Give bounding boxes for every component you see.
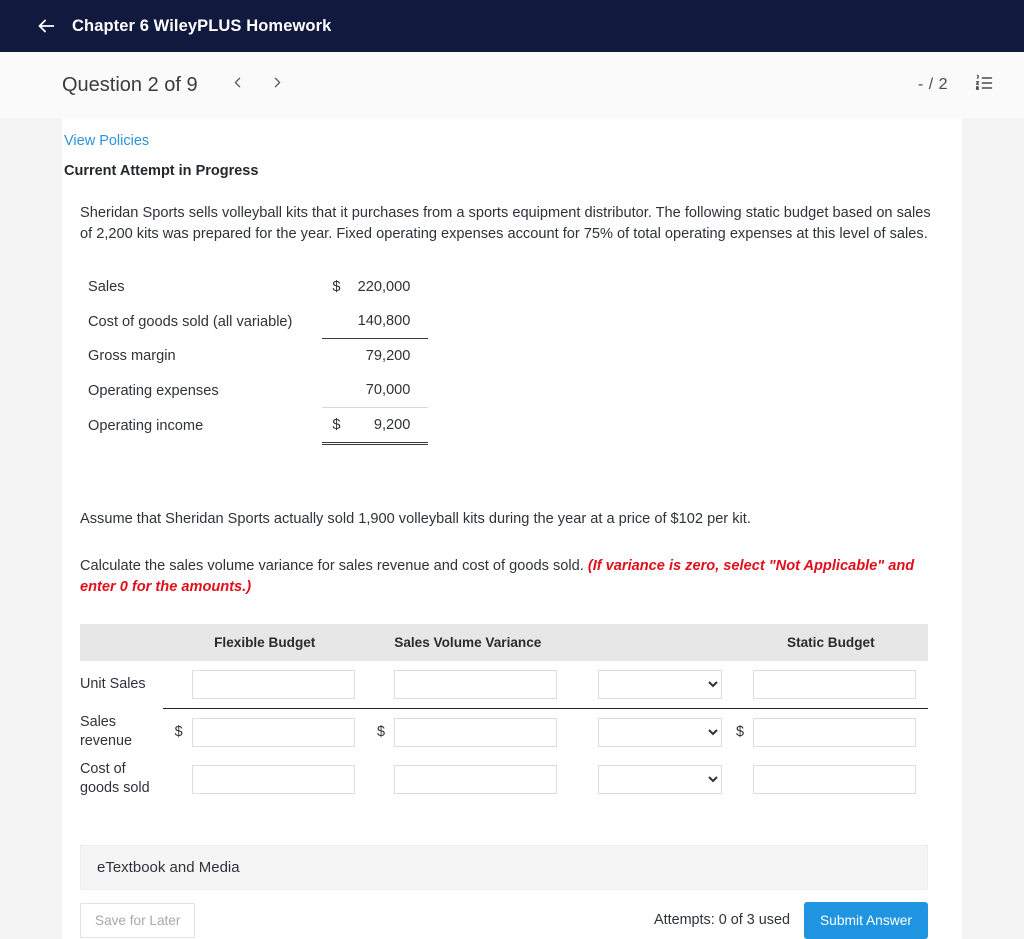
currency-symbol: $ bbox=[736, 724, 745, 741]
cell-unit-sales-flexible bbox=[162, 661, 367, 709]
attempt-status-heading: Current Attempt in Progress bbox=[64, 163, 259, 179]
cell-unit-sales-variance-type: Favorable Unfavorable Not Applicable bbox=[569, 661, 734, 709]
column-header-sales-volume-variance: Sales Volume Variance bbox=[366, 623, 570, 661]
budget-row-label: Sales bbox=[88, 279, 125, 296]
score-indicator: - / 2 bbox=[917, 76, 948, 93]
table-row: Unit Sales bbox=[80, 661, 928, 709]
input-sales-revenue-flexible[interactable] bbox=[191, 717, 355, 747]
chevron-right-icon bbox=[269, 74, 286, 96]
input-cogs-flexible[interactable] bbox=[191, 764, 355, 794]
cell-cogs-variance bbox=[367, 756, 569, 803]
question-footer: Save for Later Attempts: 0 of 3 used Sub… bbox=[80, 901, 928, 939]
question-list-button[interactable] bbox=[974, 73, 994, 98]
budget-row-currency bbox=[322, 339, 348, 374]
cell-sales-revenue-variance-type: Favorable Unfavorable Not Applicable bbox=[569, 709, 734, 756]
budget-row-amount: 140,800 bbox=[348, 304, 429, 340]
static-budget-table: Sales $ 220,000 Cost of goods sold (all … bbox=[88, 270, 429, 446]
question-toolbar-right: - / 2 bbox=[918, 73, 994, 98]
cell-sales-revenue-flexible: $ bbox=[163, 709, 367, 756]
question-navigation bbox=[218, 65, 298, 105]
column-header-variance-type bbox=[569, 623, 734, 661]
chevron-left-icon bbox=[229, 74, 246, 96]
row-label-cost-of-goods-sold: Cost of goods sold bbox=[80, 761, 150, 797]
cell-cogs-flexible bbox=[163, 756, 367, 803]
input-cogs-static[interactable] bbox=[753, 764, 916, 794]
answer-table: Flexible Budget Sales Volume Variance St… bbox=[80, 623, 928, 803]
answer-table-wrapper: Flexible Budget Sales Volume Variance St… bbox=[80, 623, 928, 803]
table-row: Sales $ 220,000 bbox=[88, 270, 428, 304]
cell-unit-sales-variance bbox=[366, 661, 570, 709]
budget-row-amount: 79,200 bbox=[365, 348, 411, 365]
row-label-sales-revenue: Sales revenue bbox=[80, 714, 133, 750]
input-unit-sales-variance[interactable] bbox=[394, 669, 558, 699]
budget-row-label: Operating income bbox=[88, 417, 204, 434]
select-cogs-variance-type[interactable]: Favorable Unfavorable Not Applicable bbox=[597, 764, 722, 794]
submit-answer-button[interactable]: Submit Answer bbox=[803, 901, 928, 939]
column-header-blank bbox=[80, 623, 163, 661]
table-row: Sales revenue $ $ $ bbox=[80, 709, 928, 756]
numbered-list-icon bbox=[974, 73, 994, 98]
app-header: Chapter 6 WileyPLUS Homework bbox=[0, 0, 1024, 52]
question-counter: Question 2 of 9 bbox=[62, 73, 198, 96]
input-unit-sales-flexible[interactable] bbox=[191, 669, 355, 699]
currency-symbol: $ bbox=[174, 724, 183, 741]
answer-table-header-row: Flexible Budget Sales Volume Variance St… bbox=[80, 623, 928, 661]
cell-sales-revenue-variance: $ bbox=[367, 709, 569, 756]
select-unit-sales-variance-type[interactable]: Favorable Unfavorable Not Applicable bbox=[597, 669, 722, 699]
back-button[interactable] bbox=[30, 10, 62, 42]
select-sales-revenue-variance-type[interactable]: Favorable Unfavorable Not Applicable bbox=[597, 717, 722, 747]
budget-row-label: Cost of goods sold (all variable) bbox=[88, 313, 293, 330]
budget-row-amount: 70,000 bbox=[365, 382, 411, 399]
budget-row-label: Operating expenses bbox=[88, 382, 219, 399]
cell-cogs-static bbox=[734, 756, 928, 803]
assumption-text: Assume that Sheridan Sports actually sol… bbox=[80, 511, 751, 528]
budget-row-amount: 9,200 bbox=[348, 407, 429, 446]
input-sales-revenue-static[interactable] bbox=[753, 717, 916, 747]
budget-row-label: Gross margin bbox=[88, 348, 176, 365]
column-header-static-budget: Static Budget bbox=[733, 623, 928, 661]
table-row: Cost of goods sold bbox=[80, 756, 928, 803]
problem-statement: Sheridan Sports sells volleyball kits th… bbox=[80, 205, 931, 242]
input-sales-revenue-variance[interactable] bbox=[394, 717, 558, 747]
app-title: Chapter 6 WileyPLUS Homework bbox=[72, 16, 332, 35]
previous-question-button[interactable] bbox=[218, 65, 258, 105]
question-toolbar: Question 2 of 9 - / 2 bbox=[0, 52, 1024, 118]
cell-sales-revenue-static: $ bbox=[734, 709, 928, 756]
column-header-flexible-budget: Flexible Budget bbox=[162, 623, 367, 661]
arrow-left-icon bbox=[35, 15, 57, 37]
question-card: View Policies Current Attempt in Progres… bbox=[62, 118, 962, 939]
budget-row-amount: 220,000 bbox=[357, 279, 411, 296]
currency-symbol: $ bbox=[377, 724, 386, 741]
input-unit-sales-static[interactable] bbox=[753, 669, 916, 699]
budget-row-currency bbox=[322, 373, 348, 408]
save-for-later-button[interactable]: Save for Later bbox=[80, 902, 196, 938]
table-row: Cost of goods sold (all variable) 140,80… bbox=[88, 304, 429, 340]
table-row: Operating income $ 9,200 bbox=[88, 407, 429, 446]
attempts-counter: Attempts: 0 of 3 used bbox=[653, 912, 790, 929]
budget-row-currency: $ bbox=[322, 407, 349, 446]
etextbook-and-media-bar[interactable]: eTextbook and Media bbox=[80, 844, 928, 890]
table-row: Operating expenses 70,000 bbox=[88, 373, 428, 408]
input-cogs-variance[interactable] bbox=[394, 764, 558, 794]
cell-cogs-variance-type: Favorable Unfavorable Not Applicable bbox=[569, 756, 734, 803]
next-question-button[interactable] bbox=[258, 65, 298, 105]
cell-unit-sales-static bbox=[733, 661, 928, 709]
budget-row-currency bbox=[322, 304, 349, 340]
calculation-instruction: Calculate the sales volume variance for … bbox=[80, 556, 944, 597]
row-label-unit-sales: Unit Sales bbox=[80, 676, 146, 693]
budget-row-currency: $ bbox=[332, 279, 341, 296]
footer-right-group: Attempts: 0 of 3 used Submit Answer bbox=[653, 901, 928, 939]
view-policies-link[interactable]: View Policies bbox=[64, 133, 149, 149]
calculation-instruction-main: Calculate the sales volume variance for … bbox=[80, 558, 584, 575]
table-row: Gross margin 79,200 bbox=[88, 339, 428, 374]
